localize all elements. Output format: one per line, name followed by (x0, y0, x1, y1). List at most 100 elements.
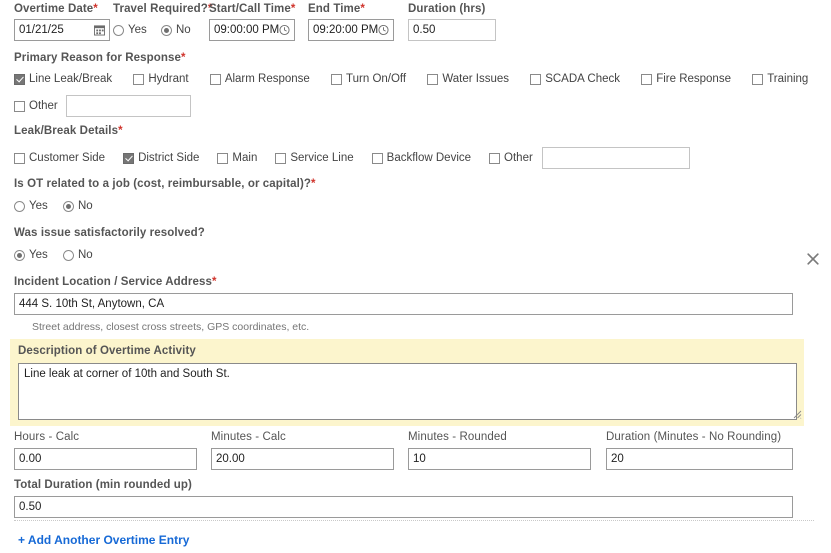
minutes-rounded-label: Minutes - Rounded (408, 431, 507, 443)
option-label: Other (29, 100, 58, 113)
remove-entry-close-icon[interactable] (805, 251, 821, 267)
primary-reason-scada-check[interactable]: SCADA Check (530, 73, 620, 85)
primary-reason-alarm-response[interactable]: Alarm Response (209, 73, 310, 85)
travel-required-field: Travel Required?* Yes No (113, 3, 213, 36)
checkbox-indicator[interactable] (14, 100, 25, 112)
minutes-rounded-input[interactable] (408, 448, 591, 470)
primary-reason-turn-on-off[interactable]: Turn On/Off (331, 73, 406, 85)
leak-detail-main[interactable]: Main (217, 152, 257, 164)
required-asterisk: * (180, 52, 186, 64)
checkbox-indicator[interactable] (133, 73, 145, 85)
option-label: Fire Response (656, 73, 731, 85)
duration-minutes-no-rounding-label: Duration (Minutes - No Rounding) (606, 431, 782, 443)
primary-reason-other[interactable]: Other (14, 100, 58, 112)
required-asterisk: * (212, 276, 217, 288)
required-asterisk: * (290, 3, 296, 15)
option-label: District Side (138, 152, 200, 164)
option-label: Backflow Device (386, 152, 472, 164)
required-asterisk: * (118, 125, 123, 137)
minutes-calc-input[interactable] (211, 448, 394, 470)
issue-resolved-no[interactable]: No (62, 249, 93, 261)
incident-location-input[interactable] (14, 293, 793, 315)
option-label: Turn On/Off (346, 73, 407, 85)
leak-detail-other[interactable]: Other (489, 152, 533, 164)
option-label: Main (232, 152, 258, 164)
radio-indicator[interactable] (62, 249, 74, 261)
checkbox-indicator[interactable] (752, 73, 764, 85)
radio-indicator[interactable] (14, 200, 25, 212)
checkbox-indicator[interactable] (427, 73, 439, 85)
leak-break-details-section: Leak/Break Details* Customer Side Distri… (14, 125, 690, 169)
leak-break-details-label: Leak/Break Details* (14, 125, 123, 137)
travel-required-label: Travel Required?* (113, 3, 213, 15)
end-time-input[interactable] (308, 19, 394, 41)
checkbox-indicator[interactable] (641, 73, 653, 85)
add-another-overtime-entry-link[interactable]: + Add Another Overtime Entry (18, 533, 189, 547)
primary-reason-water-issues[interactable]: Water Issues (427, 73, 509, 85)
duration-hrs-input[interactable] (408, 19, 496, 41)
end-time-field: End Time* (308, 3, 394, 41)
leak-detail-backflow-device[interactable]: Backflow Device (371, 152, 472, 164)
primary-reason-other-input[interactable] (65, 95, 191, 118)
primary-reason-hydrant[interactable]: Hydrant (133, 73, 189, 85)
leak-break-details-options: Customer Side District Side Main Service… (14, 147, 690, 169)
checkbox-indicator[interactable] (209, 73, 221, 85)
leak-detail-other-input[interactable] (541, 147, 690, 169)
checkbox-indicator[interactable] (331, 73, 343, 85)
primary-reason-training[interactable]: Training (752, 73, 808, 85)
issue-resolved-label: Was issue satisfactorily resolved? (14, 227, 205, 239)
checkbox-indicator[interactable] (489, 152, 501, 164)
description-label: Description of Overtime Activity (18, 345, 196, 357)
primary-reason-section: Primary Reason for Response* Line Leak/B… (14, 52, 808, 118)
primary-reason-fire-response[interactable]: Fire Response (641, 73, 731, 85)
total-duration-field: Total Duration (min rounded up) (14, 479, 793, 518)
radio-indicator[interactable] (62, 200, 74, 212)
leak-detail-district-side[interactable]: District Side (123, 152, 199, 164)
option-label: Service Line (290, 152, 354, 164)
start-call-time-input[interactable] (209, 19, 295, 41)
ot-related-to-job-section: Is OT related to a job (cost, reimbursab… (14, 178, 316, 212)
option-label: Yes (29, 200, 48, 212)
incident-location-section: Incident Location / Service Address* Str… (14, 276, 804, 333)
hours-calc-input[interactable] (14, 448, 197, 470)
section-divider (14, 520, 814, 521)
option-label: No (77, 200, 93, 212)
description-panel: Description of Overtime Activity (10, 339, 804, 426)
radio-indicator[interactable] (160, 24, 172, 36)
option-label: Hydrant (148, 73, 189, 85)
ot-related-yes[interactable]: Yes (14, 200, 48, 212)
minutes-rounded-field: Minutes - Rounded (408, 431, 591, 470)
radio-indicator[interactable] (113, 24, 124, 36)
overtime-date-field: Overtime Date* (14, 3, 110, 41)
issue-resolved-yes[interactable]: Yes (14, 249, 48, 261)
option-label: Training (767, 73, 809, 85)
checkbox-indicator[interactable] (530, 73, 542, 85)
ot-related-no[interactable]: No (62, 200, 93, 212)
checkbox-indicator[interactable] (217, 152, 229, 164)
issue-resolved-section: Was issue satisfactorily resolved? Yes N… (14, 227, 205, 261)
incident-location-label: Incident Location / Service Address* (14, 276, 217, 288)
leak-detail-service-line[interactable]: Service Line (275, 152, 354, 164)
checkbox-indicator[interactable] (14, 73, 25, 85)
travel-required-no[interactable]: No (160, 24, 191, 36)
checkbox-indicator[interactable] (275, 152, 287, 164)
total-duration-input[interactable] (14, 496, 793, 518)
option-label: No (77, 249, 93, 261)
option-label: SCADA Check (545, 73, 620, 85)
duration-minutes-no-rounding-input[interactable] (606, 448, 793, 470)
radio-indicator[interactable] (14, 249, 25, 261)
option-label: Customer Side (29, 152, 106, 164)
description-textarea[interactable] (18, 363, 797, 420)
total-duration-label: Total Duration (min rounded up) (14, 479, 192, 491)
overtime-date-input[interactable] (14, 19, 110, 41)
checkbox-indicator[interactable] (123, 152, 135, 164)
primary-reason-label: Primary Reason for Response* (14, 52, 186, 64)
option-label: Alarm Response (224, 73, 310, 85)
checkbox-indicator[interactable] (371, 152, 383, 164)
primary-reason-line-leak-break[interactable]: Line Leak/Break (14, 73, 112, 85)
travel-required-yes[interactable]: Yes (113, 24, 147, 36)
option-label: Yes (128, 24, 147, 36)
checkbox-indicator[interactable] (14, 152, 25, 164)
leak-detail-customer-side[interactable]: Customer Side (14, 152, 105, 164)
required-asterisk: * (360, 3, 365, 15)
